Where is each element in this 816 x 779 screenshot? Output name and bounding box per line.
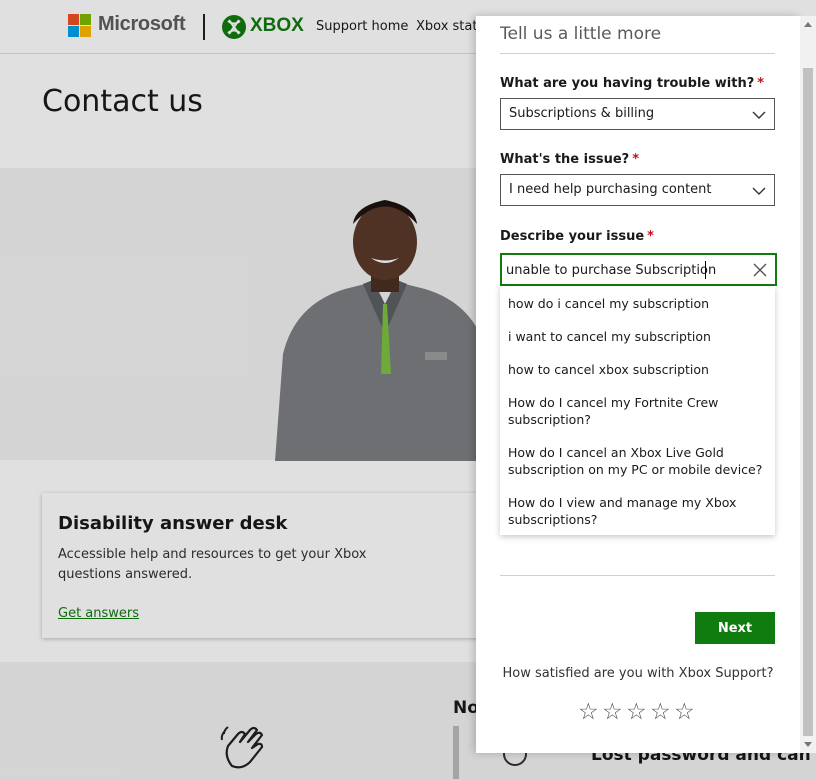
- panel-scrollbar[interactable]: [800, 16, 816, 753]
- star-icon[interactable]: ☆: [674, 699, 695, 725]
- trouble-select[interactable]: Subscriptions & billing: [500, 98, 775, 130]
- suggestion-item[interactable]: how do i cancel my subscription: [508, 295, 766, 312]
- panel-divider: [500, 53, 775, 54]
- star-icon[interactable]: ☆: [578, 699, 599, 725]
- chevron-down-icon: [752, 187, 766, 195]
- panel-bottom-divider: [500, 575, 775, 576]
- issue-label-text: What's the issue?: [500, 152, 630, 167]
- describe-issue-field[interactable]: [500, 253, 777, 286]
- suggestion-item[interactable]: How do I cancel my Fortnite Crew subscri…: [508, 394, 766, 428]
- issue-label: What's the issue? *: [500, 152, 639, 167]
- suggestion-item[interactable]: How do I cancel an Xbox Live Gold subscr…: [508, 444, 766, 478]
- suggestion-item[interactable]: How do I view and manage my Xbox subscri…: [508, 494, 766, 528]
- satisfaction-question: How satisfied are you with Xbox Support?: [502, 666, 774, 681]
- issue-select-value: I need help purchasing content: [509, 182, 712, 197]
- scrollbar-thumb[interactable]: [803, 68, 813, 736]
- scroll-up-arrow-icon[interactable]: [804, 22, 812, 27]
- star-icon[interactable]: ☆: [626, 699, 647, 725]
- text-caret: [705, 261, 706, 279]
- suggestion-item[interactable]: how to cancel xbox subscription: [508, 361, 766, 378]
- suggestion-item[interactable]: i want to cancel my subscription: [508, 328, 766, 345]
- star-icon[interactable]: ☆: [650, 699, 671, 725]
- required-mark: *: [632, 152, 639, 167]
- describe-label: Describe your issue *: [500, 229, 654, 244]
- star-rating: ☆ ☆ ☆ ☆ ☆: [578, 699, 702, 725]
- star-icon[interactable]: ☆: [602, 699, 623, 725]
- describe-label-text: Describe your issue: [500, 229, 645, 244]
- trouble-select-value: Subscriptions & billing: [509, 106, 655, 121]
- issue-select[interactable]: I need help purchasing content: [500, 174, 775, 206]
- required-mark: *: [647, 229, 654, 244]
- required-mark: *: [757, 76, 765, 91]
- chevron-down-icon: [752, 111, 766, 119]
- next-button[interactable]: Next: [695, 612, 775, 644]
- suggestions-dropdown: how do i cancel my subscription i want t…: [500, 286, 775, 535]
- clear-icon[interactable]: [753, 263, 767, 277]
- trouble-label: What are you having trouble with? *: [500, 76, 764, 91]
- describe-issue-input[interactable]: [506, 260, 746, 280]
- trouble-label-text: What are you having trouble with?: [500, 76, 755, 91]
- scroll-down-arrow-icon[interactable]: [804, 742, 812, 747]
- contact-panel: Tell us a little more What are you havin…: [476, 16, 800, 753]
- panel-title: Tell us a little more: [500, 24, 662, 44]
